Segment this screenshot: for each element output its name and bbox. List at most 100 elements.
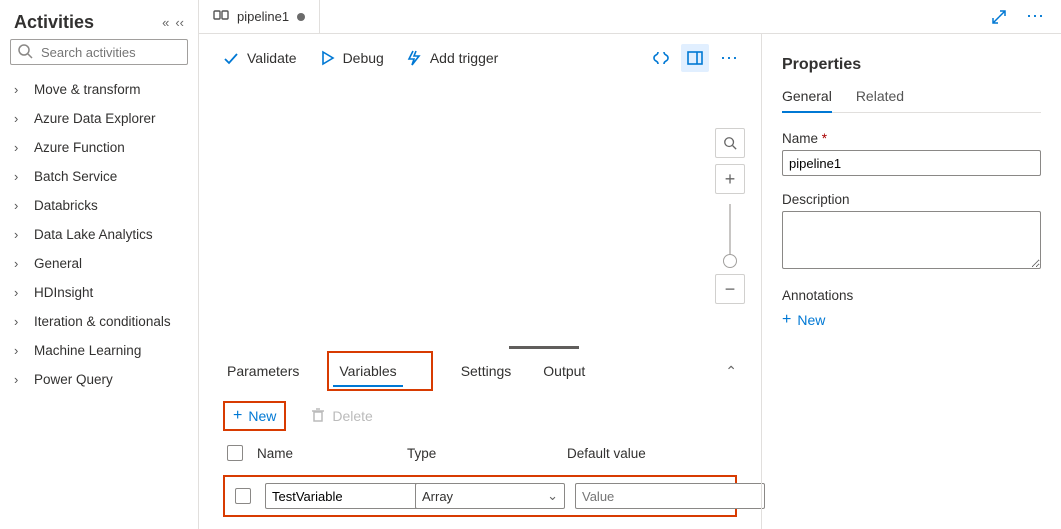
debug-button[interactable]: Debug [319, 50, 384, 66]
category-label: Batch Service [34, 169, 117, 184]
properties-tab-general[interactable]: General [782, 88, 832, 112]
debug-label: Debug [343, 50, 384, 66]
add-annotation-button[interactable]: + New [782, 307, 1041, 329]
toolbar-more-icon[interactable]: ⋯ [715, 44, 743, 72]
search-icon [17, 43, 33, 62]
category-label: Iteration & conditionals [34, 314, 171, 329]
category-label: Move & transform [34, 82, 141, 97]
validate-button[interactable]: Validate [223, 50, 297, 66]
activities-sidebar: Activities « ‹‹ › Move & transform › Azure… [0, 0, 198, 529]
chevron-right-icon: › [14, 343, 26, 358]
category-label: Databricks [34, 198, 98, 213]
validate-label: Validate [247, 50, 297, 66]
chevron-right-icon: › [14, 82, 26, 97]
new-variable-label: New [248, 408, 276, 424]
properties-panel: Properties General Related Name * Descri… [761, 34, 1061, 529]
category-label: General [34, 256, 82, 271]
unsaved-indicator-icon [297, 13, 305, 21]
add-annotation-label: New [797, 312, 825, 328]
tab-label: Parameters [227, 363, 299, 379]
chevron-right-icon: › [14, 372, 26, 387]
variable-default-input[interactable] [575, 483, 765, 509]
category-hdinsight[interactable]: › HDInsight [10, 278, 188, 307]
pipeline-description-input[interactable] [782, 211, 1041, 269]
category-data-lake-analytics[interactable]: › Data Lake Analytics [10, 220, 188, 249]
annotations-label: Annotations [782, 288, 1041, 303]
plus-icon: + [782, 311, 791, 329]
properties-toggle-button[interactable] [681, 44, 709, 72]
tab-parameters[interactable]: Parameters [223, 353, 303, 389]
ptab-label: Related [856, 88, 904, 104]
tab-label: Variables [339, 363, 396, 379]
zoom-in-button[interactable]: + [715, 164, 745, 194]
select-all-checkbox[interactable] [227, 445, 243, 461]
category-general[interactable]: › General [10, 249, 188, 278]
tab-variables[interactable]: Variables [335, 353, 400, 389]
tab-top-marker [509, 346, 579, 349]
collapse-left-two-icon[interactable]: ‹‹ [175, 15, 184, 30]
activities-search-input[interactable] [39, 44, 219, 61]
tab-settings-bottom[interactable]: Settings [457, 353, 516, 389]
variable-type-value: Array [422, 489, 453, 504]
zoom-slider[interactable] [729, 204, 731, 264]
pipeline-name-input[interactable] [782, 150, 1041, 176]
add-trigger-label: Add trigger [430, 50, 498, 66]
chevron-right-icon: › [14, 314, 26, 329]
category-label: Machine Learning [34, 343, 141, 358]
zoom-thumb[interactable] [723, 254, 737, 268]
tab-output[interactable]: Output [539, 353, 589, 389]
category-label: Data Lake Analytics [34, 227, 153, 242]
category-move-transform[interactable]: › Move & transform [10, 75, 188, 104]
category-label: Power Query [34, 372, 113, 387]
activities-title: Activities [14, 12, 94, 33]
expand-icon[interactable] [985, 3, 1013, 31]
chevron-right-icon: › [14, 111, 26, 126]
category-label: Azure Function [34, 140, 125, 155]
category-azure-function[interactable]: › Azure Function [10, 133, 188, 162]
variable-type-select[interactable]: Array ⌄ [415, 483, 565, 509]
pipeline-canvas[interactable]: + − [199, 78, 761, 347]
category-power-query[interactable]: › Power Query [10, 365, 188, 394]
variables-table-header: Name Type Default value [223, 439, 737, 475]
col-type: Type [407, 446, 567, 461]
plus-icon: + [233, 407, 242, 425]
category-label: Azure Data Explorer [34, 111, 156, 126]
chevron-right-icon: › [14, 256, 26, 271]
properties-tab-related[interactable]: Related [856, 88, 904, 112]
variable-row: Array ⌄ [231, 483, 729, 509]
collapse-left-icon[interactable]: « [162, 15, 169, 30]
chevron-right-icon: › [14, 140, 26, 155]
pipeline-icon [213, 7, 229, 26]
delete-variable-label: Delete [332, 408, 372, 424]
bottom-tabs: Parameters Variables Settings Output ⌃ [199, 347, 761, 391]
more-menu-icon[interactable]: ⋯ [1021, 3, 1049, 31]
category-databricks[interactable]: › Databricks [10, 191, 188, 220]
add-trigger-button[interactable]: Add trigger [406, 50, 498, 66]
trash-icon [310, 407, 326, 426]
chevron-right-icon: › [14, 285, 26, 300]
chevron-right-icon: › [14, 198, 26, 213]
row-checkbox[interactable] [235, 488, 251, 504]
category-batch-service[interactable]: › Batch Service [10, 162, 188, 191]
fit-to-screen-button[interactable] [715, 128, 745, 158]
activities-search[interactable] [10, 39, 188, 65]
delete-variable-button[interactable]: Delete [302, 403, 380, 430]
tab-pipeline1[interactable]: pipeline1 [199, 0, 320, 34]
category-label: HDInsight [34, 285, 93, 300]
category-azure-data-explorer[interactable]: › Azure Data Explorer [10, 104, 188, 133]
tab-label: pipeline1 [237, 9, 289, 24]
category-machine-learning[interactable]: › Machine Learning [10, 336, 188, 365]
tab-label: Settings [461, 363, 512, 379]
tab-label: Output [543, 363, 585, 379]
category-iteration-conditionals[interactable]: › Iteration & conditionals [10, 307, 188, 336]
zoom-out-button[interactable]: − [715, 274, 745, 304]
code-view-button[interactable] [647, 44, 675, 72]
chevron-right-icon: › [14, 227, 26, 242]
panel-collapse-icon[interactable]: ⌃ [725, 363, 741, 380]
chevron-down-icon: ⌄ [547, 488, 558, 504]
col-name: Name [257, 446, 407, 461]
chevron-right-icon: › [14, 169, 26, 184]
description-label: Description [782, 192, 1041, 207]
ptab-label: General [782, 88, 832, 104]
new-variable-button[interactable]: + New [225, 403, 284, 429]
